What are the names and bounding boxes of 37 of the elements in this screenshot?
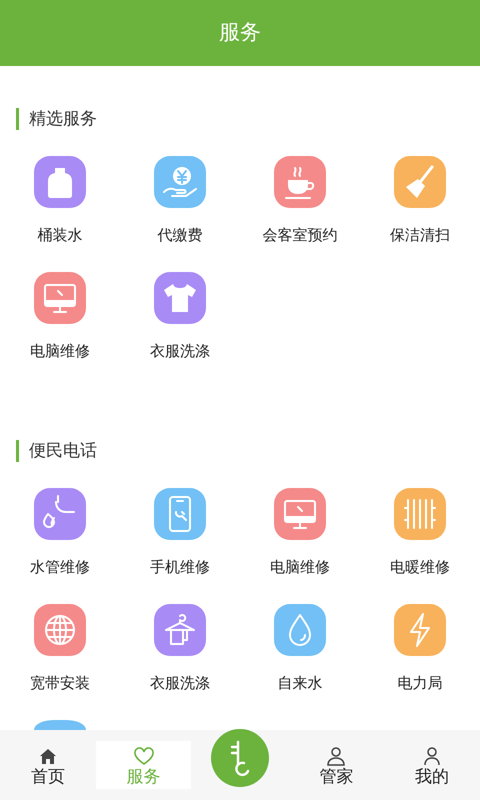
cup-icon[interactable] — [274, 156, 326, 208]
pipe-drop-icon[interactable] — [34, 488, 86, 540]
service-label[interactable]: 桶装水 — [38, 225, 82, 245]
service-label[interactable]: 电脑维修 — [270, 557, 330, 577]
monitor-wrench-icon[interactable] — [34, 272, 86, 324]
service-label[interactable]: 水管维修 — [30, 557, 90, 577]
section-title: 便民电话 — [16, 440, 480, 462]
monitor-wrench-icon[interactable] — [274, 488, 326, 540]
service-label[interactable]: 电力局 — [398, 673, 442, 693]
coin-hand-icon[interactable] — [154, 156, 206, 208]
tab-item[interactable]: 管家 — [288, 741, 384, 789]
broom-icon[interactable] — [394, 156, 446, 208]
service-label[interactable]: 衣服洗涤 — [150, 673, 210, 693]
service-label[interactable]: 保洁清扫 — [390, 225, 450, 245]
hanger-towel-icon[interactable] — [154, 604, 206, 656]
service-label[interactable]: 衣服洗涤 — [150, 341, 210, 361]
phone-wrench-icon[interactable] — [154, 488, 206, 540]
service-label[interactable]: 代缴费 — [158, 225, 202, 245]
lightning-icon[interactable] — [394, 604, 446, 656]
service-label[interactable]: 自来水 — [278, 673, 322, 693]
tab-item[interactable]: 首页 — [0, 741, 96, 789]
service-label[interactable]: 宽带安装 — [30, 673, 90, 693]
section-title: 精选服务 — [16, 108, 480, 130]
tab-item[interactable]: 我的 — [384, 741, 480, 789]
heart-icon — [132, 745, 155, 767]
service-icon[interactable] — [34, 720, 86, 730]
radiator-icon[interactable] — [394, 488, 446, 540]
water-drop-icon[interactable] — [274, 604, 326, 656]
globe-icon[interactable] — [34, 604, 86, 656]
page-title: 服务 — [219, 19, 261, 46]
service-label[interactable]: 手机维修 — [150, 557, 210, 577]
service-label[interactable]: 电暖维修 — [390, 557, 450, 577]
bottle-icon[interactable] — [34, 156, 86, 208]
service-label[interactable]: 会客室预约 — [262, 225, 338, 245]
service-label[interactable]: 电脑维修 — [30, 341, 90, 361]
shirt-icon[interactable] — [154, 272, 206, 324]
person-icon — [325, 745, 348, 767]
